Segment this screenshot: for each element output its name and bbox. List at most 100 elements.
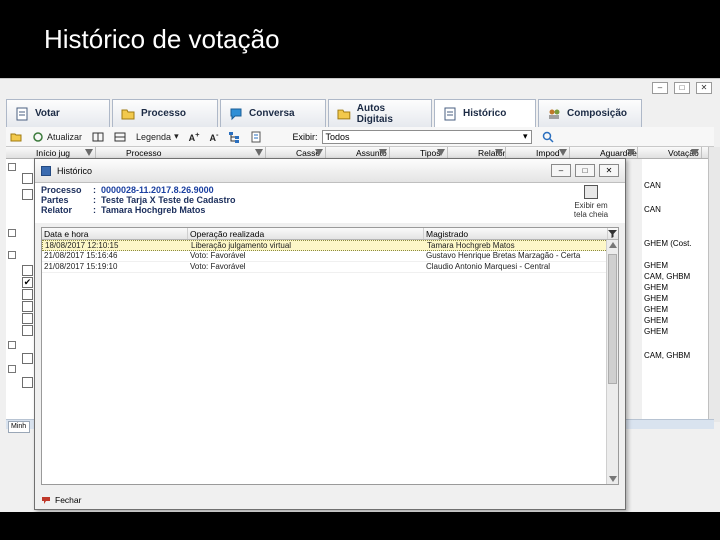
dialog-minimize-button[interactable]: – xyxy=(551,164,571,177)
layout-button-2[interactable] xyxy=(114,131,126,143)
cell-operation: Voto: Favorável xyxy=(190,251,246,260)
row-checkbox[interactable] xyxy=(22,173,33,184)
report-button[interactable] xyxy=(250,131,262,143)
col-inicio-jug[interactable]: Início jug xyxy=(6,147,96,158)
slide-title: Histórico de votação xyxy=(44,24,280,54)
exibir-select[interactable]: Todos ▾ xyxy=(321,129,532,144)
history-table: Data e hora Operação realizada Magistrad… xyxy=(41,227,619,485)
col-impod[interactable]: Impod xyxy=(506,147,570,158)
tab-composicao[interactable]: Composição xyxy=(538,99,642,127)
scroll-thumb[interactable] xyxy=(608,254,617,384)
table-row[interactable]: 21/08/2017 15:19:10 Voto: Favorável Clau… xyxy=(42,262,618,273)
tree-button[interactable] xyxy=(228,131,240,143)
minimize-button[interactable]: – xyxy=(652,82,668,94)
layout-icon xyxy=(114,132,126,141)
cell-magistrate: Claudio Antonio Marquesi - Central xyxy=(426,262,551,271)
document-icon xyxy=(16,107,28,120)
processo-label: Processo xyxy=(41,185,82,195)
relator-value: Tamara Hochgreb Matos xyxy=(101,205,206,215)
colon: : xyxy=(93,205,96,215)
history-table-header: Data e hora Operação realizada Magistrad… xyxy=(42,228,618,240)
cell-date: 18/08/2017 12:10:15 xyxy=(45,241,119,250)
cell-date: 21/08/2017 15:16:46 xyxy=(44,251,118,260)
expand-toggle[interactable] xyxy=(8,163,16,171)
row-checkbox[interactable] xyxy=(22,265,33,276)
chevron-down-icon: ▾ xyxy=(174,131,179,141)
tab-votar-label: Votar xyxy=(35,108,60,119)
partes-value: Teste Tarja X Teste de Cadastro xyxy=(101,195,236,205)
col-aguardeed[interactable]: Aguardeed xyxy=(570,147,638,158)
cell-operation: Liberação julgamento virtual xyxy=(191,241,292,250)
expand-toggle[interactable] xyxy=(8,341,16,349)
processo-row: Processo : 0000028-11.2017.8.26.9000 xyxy=(41,185,619,195)
window-controls: – □ ✕ xyxy=(652,82,712,94)
font-decrease-button[interactable]: A- xyxy=(209,130,218,143)
fullscreen-icon xyxy=(584,185,598,199)
expand-toggle[interactable] xyxy=(8,365,16,373)
col-tipos[interactable]: Tipos xyxy=(390,147,448,158)
col-votacao[interactable]: Votação xyxy=(638,147,702,158)
dialog-title: Histórico xyxy=(57,165,93,176)
tab-autos-digitais[interactable]: Autos Digitais xyxy=(328,99,432,127)
layout-button-1[interactable] xyxy=(92,131,104,143)
col-label: Início jug xyxy=(36,148,71,158)
col-operacao[interactable]: Operação realizada xyxy=(188,228,424,239)
row-checkbox[interactable] xyxy=(22,377,33,388)
tab-votar[interactable]: Votar xyxy=(6,99,110,127)
row-checkbox[interactable] xyxy=(22,189,33,200)
close-icon xyxy=(42,496,50,504)
row-checkbox[interactable] xyxy=(22,325,33,336)
row-checkbox-checked[interactable]: ✔ xyxy=(22,277,33,288)
dialog-maximize-button[interactable]: □ xyxy=(575,164,595,177)
table-row[interactable]: 21/08/2017 15:16:46 Voto: Favorável Gust… xyxy=(42,251,618,262)
row-checkbox[interactable] xyxy=(22,289,33,300)
row-checkbox[interactable] xyxy=(22,301,33,312)
processo-value: 0000028-11.2017.8.26.9000 xyxy=(101,185,214,195)
row-checkbox[interactable] xyxy=(22,313,33,324)
legenda-dropdown[interactable]: Legenda ▾ xyxy=(136,131,179,142)
col-magistrado[interactable]: Magistrado xyxy=(424,228,608,239)
cell-magistrate: Gustavo Henrique Bretas Marzagão - Certa xyxy=(426,251,581,260)
col-assunto[interactable]: Assunto xyxy=(326,147,390,158)
dialog-close-button[interactable]: ✕ xyxy=(599,164,619,177)
grid-scrollbar[interactable] xyxy=(708,147,720,422)
toolbar: Atualizar Legenda ▾ A+ A- Exibir: Todos xyxy=(6,127,714,147)
cell-votacao: CAM, GHBM xyxy=(644,351,691,360)
folder-icon xyxy=(337,109,351,119)
tab-conversa[interactable]: Conversa xyxy=(220,99,326,127)
cell-votacao: CAN xyxy=(644,181,661,190)
scroll-up-icon[interactable] xyxy=(609,242,617,248)
expand-toggle[interactable] xyxy=(8,251,16,259)
filter-icon[interactable] xyxy=(608,229,617,238)
maximize-button[interactable]: □ xyxy=(674,82,690,94)
fechar-button[interactable]: Fechar xyxy=(41,495,81,505)
tab-historico[interactable]: Histórico xyxy=(434,99,536,127)
search-button[interactable] xyxy=(542,131,554,143)
historico-dialog: Histórico – □ ✕ Processo : 0000028-11.20… xyxy=(34,158,626,510)
open-folder-button[interactable] xyxy=(10,131,22,143)
table-row[interactable]: 18/08/2017 12:10:15 Liberação julgamento… xyxy=(42,240,618,251)
slide-bottom-band xyxy=(0,512,720,540)
col-processo[interactable]: Processo xyxy=(96,147,266,158)
expand-toggle[interactable] xyxy=(8,229,16,237)
colon: : xyxy=(93,185,96,195)
process-info: Processo : 0000028-11.2017.8.26.9000 Par… xyxy=(35,183,625,223)
close-button[interactable]: ✕ xyxy=(696,82,712,94)
layout-icon xyxy=(92,132,104,141)
col-data-hora[interactable]: Data e hora xyxy=(42,228,188,239)
cell-votacao: GHEM (Cost. xyxy=(644,239,692,248)
col-relator[interactable]: Relator xyxy=(448,147,506,158)
search-icon xyxy=(542,131,554,143)
font-decrease-icon: A- xyxy=(209,130,219,143)
row-checkbox[interactable] xyxy=(22,353,33,364)
history-scrollbar[interactable] xyxy=(606,240,618,484)
cell-votacao: GHEM xyxy=(644,327,668,336)
folder-icon xyxy=(10,133,22,141)
tab-processo[interactable]: Processo xyxy=(112,99,218,127)
atualizar-button[interactable]: Atualizar xyxy=(32,131,82,143)
bottom-tab[interactable]: Minh xyxy=(8,421,30,433)
col-casse[interactable]: Casse xyxy=(266,147,326,158)
font-increase-button[interactable]: A+ xyxy=(189,130,200,143)
fullscreen-button[interactable]: Exibir em tela cheia xyxy=(569,185,613,219)
scroll-down-icon[interactable] xyxy=(609,476,617,482)
